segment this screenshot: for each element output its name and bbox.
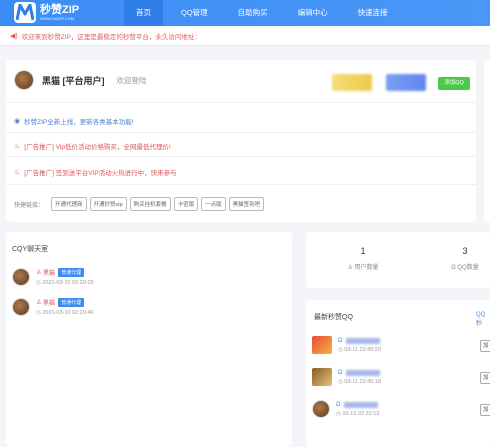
chat-message: ♙ 黑猫 普通代理 ◷ 2021-03-10 02:20:46: [12, 298, 93, 316]
role-badge: 普通代理: [58, 268, 85, 277]
stat-qq: 3 Ω QQ数量: [446, 246, 484, 271]
announcement-1[interactable]: ◉ 秒赞ZIP全新上线，更新各类基本功能!: [14, 116, 134, 126]
chat-title: CQY聊天室: [12, 246, 49, 253]
quick-link-agent[interactable]: 开通代理商: [51, 197, 87, 211]
speaker-icon: ◉: [14, 118, 21, 125]
add-qq-row-button[interactable]: 加: [480, 372, 490, 384]
avatar: [12, 268, 30, 286]
quick-link-vip[interactable]: 开通秒赞vip: [89, 197, 127, 211]
latest-more-link[interactable]: QQ秒: [476, 312, 490, 327]
divider: [6, 184, 476, 185]
stat-label: 用户数量: [354, 265, 379, 271]
notice-text: 欢迎来到秒赞ZIP，这里是最稳定的秒赞平台，永久访问地址：: [21, 33, 201, 41]
quick-link-signin[interactable]: 黑猫签到吧: [228, 197, 265, 211]
quick-link-package[interactable]: 购买挂机套餐: [129, 197, 171, 211]
nav-home[interactable]: 首页: [124, 0, 163, 26]
divider: [6, 102, 476, 103]
stat-users: 1 ♙ 用户数量: [346, 246, 380, 271]
megaphone-icon: ◀): [10, 32, 18, 40]
nav-quick-link[interactable]: 快速连接: [346, 0, 400, 26]
user-avatar: [14, 70, 34, 90]
qq-time: 03-11 22:45:20: [344, 346, 381, 353]
user-name: 黑猫 [平台用户]: [42, 75, 105, 86]
latest-title: 最新秒赞QQ: [314, 314, 353, 321]
add-qq-row-button[interactable]: 加: [480, 404, 490, 416]
role-badge: 普通代理: [58, 298, 85, 307]
qq-icon: Ω: [338, 337, 343, 344]
nav-self-purchase[interactable]: 自助购买: [226, 0, 280, 26]
brand-subtitle: WWW.MZZIP.COM: [40, 16, 75, 21]
quick-links-label: 快捷链接：: [14, 202, 45, 209]
qq-row: Ω ◷ 03-11 22:45:20: [312, 336, 381, 354]
qq-number-blurred: [345, 337, 380, 344]
user-card: 黑猫 [平台用户] 欢迎登陆 添加QQ ◉ 秒赞ZIP全新上线，更新各类基本功能…: [6, 60, 476, 222]
stat-value: 1: [360, 246, 366, 256]
top-navbar: 秒赞ZIP WWW.MZZIP.COM 首页 QQ管理 自助购买 编辑中心 快速…: [0, 0, 490, 26]
stat-value: 3: [462, 246, 468, 256]
qq-icon: Ω: [338, 369, 343, 376]
chat-username: 黑猫: [43, 271, 56, 277]
user-icon: ♙: [347, 265, 355, 271]
qq-avatar: [312, 400, 330, 418]
qq-row: Ω ◷ 03-11 22:45:18: [312, 368, 381, 386]
qq-avatar: [312, 336, 332, 354]
blurred-badge-yellow: [332, 74, 372, 91]
announcement-2[interactable]: ♨ [广告推广] Vip低价活动价格购买，全网最低代理价!: [14, 141, 171, 151]
right-panel-edge: [484, 60, 490, 222]
divider: [6, 156, 476, 157]
nav-edit-center[interactable]: 编辑中心: [286, 0, 340, 26]
qq-number-blurred: [343, 401, 378, 408]
hot-icon: ♨: [14, 143, 21, 150]
stat-label: QQ数量: [457, 265, 479, 271]
hot-icon: ♨: [14, 169, 21, 176]
announcement-text: 秒赞ZIP全新上线，更新各类基本功能!: [24, 119, 134, 126]
qq-avatar: [312, 368, 332, 386]
qq-number-blurred: [345, 369, 380, 376]
person-icon: ♙: [36, 270, 44, 276]
quick-link-card[interactable]: 卡密版: [173, 197, 199, 211]
brand-title: 秒赞ZIP: [40, 4, 80, 16]
blurred-badge-blue: [386, 74, 426, 91]
qq-icon: Ω: [336, 401, 341, 408]
chat-username: 黑猫: [43, 301, 56, 307]
nav-qq-manage[interactable]: QQ管理: [169, 0, 220, 26]
add-qq-button[interactable]: 添加QQ: [438, 77, 470, 90]
logo-m-icon: [14, 2, 36, 23]
latest-qq-card: 最新秒赞QQ QQ秒 Ω ◷ 03-11 22:45:20 加 Ω ◷ 03-1…: [306, 300, 490, 447]
notice-bar: ◀) 欢迎来到秒赞ZIP，这里是最稳定的秒赞平台，永久访问地址：: [0, 26, 490, 46]
announcement-3[interactable]: ♨ [广告推广] 签到送平台VIP活动火热进行中，快来参与: [14, 167, 177, 177]
brand-logo[interactable]: 秒赞ZIP WWW.MZZIP.COM: [14, 2, 79, 23]
divider: [6, 132, 476, 133]
quick-links: 快捷链接： 开通代理商 开通秒赞vip 购买挂机套餐 卡密版 一点版 黑猫签到吧: [14, 197, 265, 211]
add-qq-row-button[interactable]: 加: [480, 340, 490, 352]
quick-link-one[interactable]: 一点版: [201, 197, 226, 211]
announcement-text: [广告推广] Vip低价活动价格购买，全网最低代理价!: [24, 144, 171, 151]
qq-time: 03-10 02:22:13: [342, 410, 380, 417]
chat-time: 2021-03-10 02:20:29: [42, 280, 94, 286]
person-icon: ♙: [36, 300, 44, 306]
stats-card: 1 ♙ 用户数量 3 Ω QQ数量: [306, 232, 490, 288]
chat-room: CQY聊天室 ♙ 黑猫 普通代理 ◷ 2021-03-10 02:20:29 ♙…: [6, 232, 292, 447]
avatar: [12, 298, 30, 316]
announcement-text: [广告推广] 签到送平台VIP活动火热进行中，快来参与: [24, 170, 177, 177]
main-nav: 首页 QQ管理 自助购买 编辑中心 快速连接: [124, 0, 400, 26]
chat-message: ♙ 黑猫 普通代理 ◷ 2021-03-10 02:20:29: [12, 268, 93, 286]
welcome-text: 欢迎登陆: [116, 75, 147, 85]
qq-row: Ω ◷ 03-10 02:22:13: [312, 400, 379, 418]
qq-time: 03-11 22:45:18: [344, 378, 381, 385]
chat-time: 2021-03-10 02:20:46: [42, 310, 94, 316]
